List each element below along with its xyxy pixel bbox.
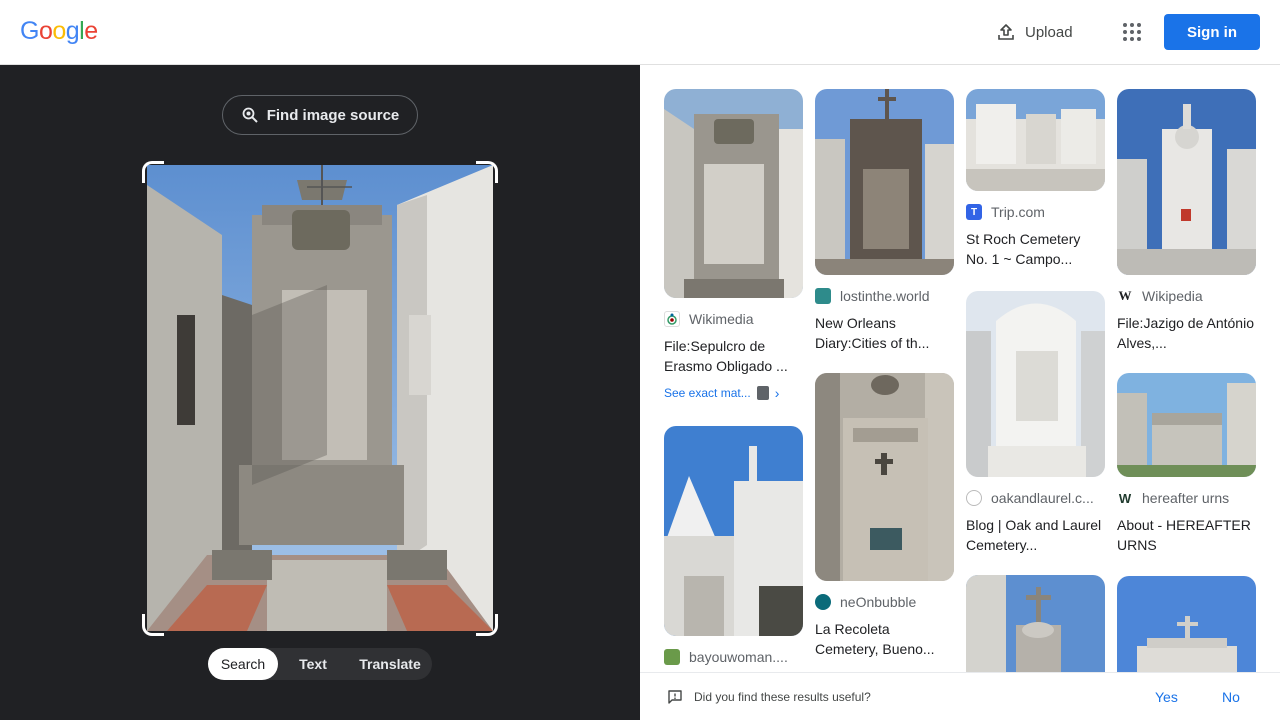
google-apps-icon[interactable] <box>1116 16 1148 48</box>
result-card[interactable]: T Trip.com St Roch Cemetery No. 1 ~ Camp… <box>966 89 1105 269</box>
result-title[interactable]: St Roch Cemetery No. 1 ~ Campo... <box>966 229 1105 269</box>
result-thumbnail[interactable] <box>1117 576 1256 686</box>
upload-icon <box>998 24 1014 40</box>
result-thumbnail[interactable] <box>815 89 954 275</box>
result-card[interactable]: lostinthe.world New Orleans Diary:Cities… <box>815 89 954 353</box>
source-name: hereafter urns <box>1142 490 1230 506</box>
source-name: lostinthe.world <box>840 288 930 304</box>
tab-text[interactable]: Text <box>278 648 348 680</box>
feedback-icon <box>668 690 682 704</box>
result-title[interactable]: Blog | Oak and Laurel Cemetery... <box>966 515 1105 555</box>
bayouwoman-icon <box>664 649 680 665</box>
feedback-bar: Did you find these results useful? Yes N… <box>640 672 1280 720</box>
query-image-pane: Find image source Search Text Translate <box>0 65 640 720</box>
result-thumbnail[interactable] <box>815 373 954 581</box>
source-name: Wikipedia <box>1142 288 1203 304</box>
result-source[interactable]: W Wikipedia <box>1117 287 1256 305</box>
result-thumbnail[interactable] <box>664 89 803 298</box>
feedback-no-button[interactable]: No <box>1222 689 1240 705</box>
result-thumbnail[interactable] <box>1117 89 1256 275</box>
logo-letter: o <box>38 17 53 45</box>
result-source[interactable]: T Trip.com <box>966 203 1105 221</box>
source-name: Wikimedia <box>689 311 754 327</box>
result-card[interactable] <box>1117 576 1256 686</box>
visual-matches-pane: Wikimedia File:Sepulcro de Erasmo Obliga… <box>640 65 1280 720</box>
source-name: oakandlaurel.c... <box>991 490 1094 506</box>
result-thumbnail[interactable] <box>966 89 1105 191</box>
tab-translate[interactable]: Translate <box>348 648 432 680</box>
google-logo[interactable]: Google <box>20 17 98 46</box>
wikipedia-icon: W <box>1117 288 1133 304</box>
result-card[interactable]: Wikimedia File:Sepulcro de Erasmo Obliga… <box>664 89 803 401</box>
crop-handle-top-left[interactable] <box>142 161 164 183</box>
result-title[interactable]: New Orleans Diary:Cities of th... <box>815 313 954 353</box>
sign-in-button[interactable]: Sign in <box>1164 14 1260 50</box>
result-source[interactable]: oakandlaurel.c... <box>966 489 1105 507</box>
logo-letter: o <box>52 17 66 45</box>
result-card[interactable]: W hereafter urns About - HEREAFTER URNS <box>1117 373 1256 555</box>
result-card[interactable]: W Wikipedia File:Jazigo de António Alves… <box>1117 89 1256 353</box>
result-thumbnail[interactable] <box>1117 373 1256 477</box>
query-image-crop-frame[interactable] <box>142 161 498 636</box>
logo-letter: g <box>65 17 80 45</box>
result-source[interactable]: Wikimedia <box>664 310 803 328</box>
result-card[interactable]: neOnbubble La Recoleta Cemetery, Bueno..… <box>815 373 954 659</box>
result-title[interactable]: File:Jazigo de António Alves,... <box>1117 313 1256 353</box>
tab-search[interactable]: Search <box>208 648 278 680</box>
result-title[interactable]: About - HEREAFTER URNS <box>1117 515 1256 555</box>
upload-label: Upload <box>1025 23 1073 41</box>
result-thumbnail[interactable] <box>966 575 1105 685</box>
crop-handle-top-right[interactable] <box>476 161 498 183</box>
feedback-question: Did you find these results useful? <box>694 689 871 704</box>
lostintheworld-icon <box>815 288 831 304</box>
search-mode-tabs: Search Text Translate <box>208 648 432 680</box>
feedback-yes-button[interactable]: Yes <box>1155 689 1178 705</box>
source-name: neOnbubble <box>840 594 917 610</box>
chevron-right-icon: › <box>774 385 780 401</box>
crop-handle-bottom-left[interactable] <box>142 614 164 636</box>
exact-matches-label: See exact mat... <box>664 386 751 400</box>
neonbubble-icon <box>815 594 831 610</box>
query-image <box>147 165 493 631</box>
result-card[interactable]: oakandlaurel.c... Blog | Oak and Laurel … <box>966 291 1105 555</box>
lens-search-icon <box>242 107 258 123</box>
find-source-label: Find image source <box>266 106 400 124</box>
result-source[interactable]: neOnbubble <box>815 593 954 611</box>
top-bar: Google Upload Sign in <box>0 0 1280 65</box>
result-source[interactable]: bayouwoman.... <box>664 648 803 666</box>
hereafter-urns-icon: W <box>1117 490 1133 506</box>
result-source[interactable]: lostinthe.world <box>815 287 954 305</box>
result-card[interactable]: bayouwoman.... <box>664 426 803 666</box>
logo-letter: G <box>20 17 39 45</box>
upload-button[interactable]: Upload <box>984 14 1085 50</box>
result-title[interactable]: File:Sepulcro de Erasmo Obligado ... <box>664 336 803 376</box>
oakandlaurel-icon <box>966 490 982 506</box>
crop-handle-bottom-right[interactable] <box>476 614 498 636</box>
result-title[interactable]: La Recoleta Cemetery, Bueno... <box>815 619 954 659</box>
result-card[interactable] <box>966 575 1105 685</box>
find-image-source-button[interactable]: Find image source <box>222 95 418 135</box>
source-name: bayouwoman.... <box>689 649 788 665</box>
trip-icon: T <box>966 204 982 220</box>
result-thumbnail[interactable] <box>664 426 803 636</box>
exact-match-thumbnail <box>756 386 769 400</box>
source-name: Trip.com <box>991 204 1045 220</box>
logo-letter: e <box>84 17 98 45</box>
see-exact-matches-link[interactable]: See exact mat... › <box>664 385 803 401</box>
result-source[interactable]: W hereafter urns <box>1117 489 1256 507</box>
wikimedia-icon <box>664 311 680 327</box>
result-thumbnail[interactable] <box>966 291 1105 477</box>
